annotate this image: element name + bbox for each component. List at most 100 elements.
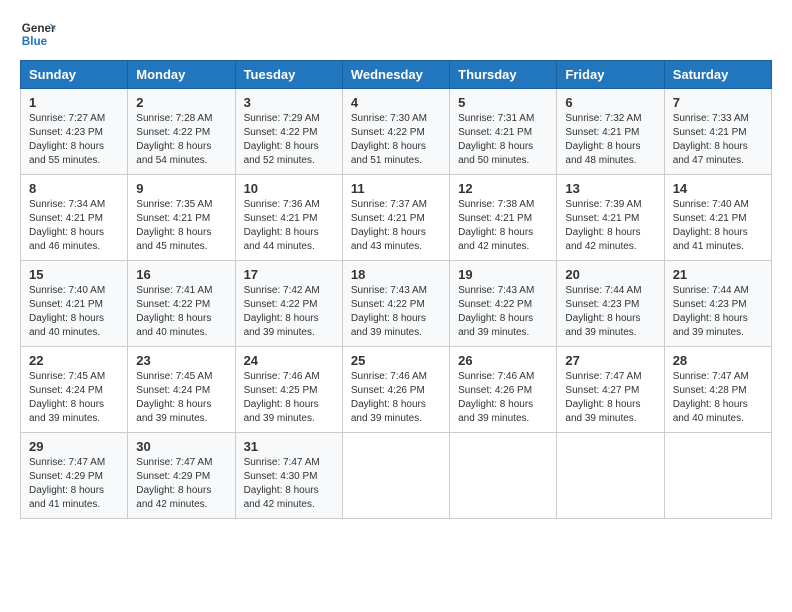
day-number: 13 (565, 181, 655, 196)
calendar-cell: 22 Sunrise: 7:45 AM Sunset: 4:24 PM Dayl… (21, 347, 128, 433)
day-number: 29 (29, 439, 119, 454)
calendar-cell: 4 Sunrise: 7:30 AM Sunset: 4:22 PM Dayli… (342, 89, 449, 175)
weekday-header-tuesday: Tuesday (235, 61, 342, 89)
calendar-cell (557, 433, 664, 519)
header: General Blue (20, 16, 772, 52)
day-info: Sunrise: 7:47 AM Sunset: 4:28 PM Dayligh… (673, 370, 763, 426)
calendar-table: SundayMondayTuesdayWednesdayThursdayFrid… (20, 60, 772, 519)
day-info: Sunrise: 7:29 AM Sunset: 4:22 PM Dayligh… (244, 112, 334, 168)
calendar-cell: 2 Sunrise: 7:28 AM Sunset: 4:22 PM Dayli… (128, 89, 235, 175)
calendar-cell: 14 Sunrise: 7:40 AM Sunset: 4:21 PM Dayl… (664, 175, 771, 261)
day-info: Sunrise: 7:47 AM Sunset: 4:29 PM Dayligh… (29, 456, 119, 512)
calendar-cell: 17 Sunrise: 7:42 AM Sunset: 4:22 PM Dayl… (235, 261, 342, 347)
calendar-cell: 11 Sunrise: 7:37 AM Sunset: 4:21 PM Dayl… (342, 175, 449, 261)
day-info: Sunrise: 7:31 AM Sunset: 4:21 PM Dayligh… (458, 112, 548, 168)
calendar-cell: 24 Sunrise: 7:46 AM Sunset: 4:25 PM Dayl… (235, 347, 342, 433)
day-info: Sunrise: 7:37 AM Sunset: 4:21 PM Dayligh… (351, 198, 441, 254)
calendar-cell: 15 Sunrise: 7:40 AM Sunset: 4:21 PM Dayl… (21, 261, 128, 347)
calendar-cell: 12 Sunrise: 7:38 AM Sunset: 4:21 PM Dayl… (450, 175, 557, 261)
day-info: Sunrise: 7:34 AM Sunset: 4:21 PM Dayligh… (29, 198, 119, 254)
day-number: 10 (244, 181, 334, 196)
calendar-cell: 19 Sunrise: 7:43 AM Sunset: 4:22 PM Dayl… (450, 261, 557, 347)
day-info: Sunrise: 7:32 AM Sunset: 4:21 PM Dayligh… (565, 112, 655, 168)
day-info: Sunrise: 7:33 AM Sunset: 4:21 PM Dayligh… (673, 112, 763, 168)
day-number: 25 (351, 353, 441, 368)
day-number: 5 (458, 95, 548, 110)
calendar-cell (664, 433, 771, 519)
day-info: Sunrise: 7:44 AM Sunset: 4:23 PM Dayligh… (673, 284, 763, 340)
weekday-header-row: SundayMondayTuesdayWednesdayThursdayFrid… (21, 61, 772, 89)
calendar-week-3: 15 Sunrise: 7:40 AM Sunset: 4:21 PM Dayl… (21, 261, 772, 347)
day-number: 14 (673, 181, 763, 196)
day-number: 4 (351, 95, 441, 110)
day-info: Sunrise: 7:42 AM Sunset: 4:22 PM Dayligh… (244, 284, 334, 340)
logo-icon: General Blue (20, 16, 56, 52)
day-number: 1 (29, 95, 119, 110)
day-info: Sunrise: 7:30 AM Sunset: 4:22 PM Dayligh… (351, 112, 441, 168)
day-number: 7 (673, 95, 763, 110)
day-info: Sunrise: 7:40 AM Sunset: 4:21 PM Dayligh… (673, 198, 763, 254)
day-number: 6 (565, 95, 655, 110)
day-info: Sunrise: 7:38 AM Sunset: 4:21 PM Dayligh… (458, 198, 548, 254)
calendar-week-1: 1 Sunrise: 7:27 AM Sunset: 4:23 PM Dayli… (21, 89, 772, 175)
calendar-cell: 1 Sunrise: 7:27 AM Sunset: 4:23 PM Dayli… (21, 89, 128, 175)
calendar-cell: 16 Sunrise: 7:41 AM Sunset: 4:22 PM Dayl… (128, 261, 235, 347)
day-info: Sunrise: 7:46 AM Sunset: 4:25 PM Dayligh… (244, 370, 334, 426)
day-number: 31 (244, 439, 334, 454)
day-info: Sunrise: 7:27 AM Sunset: 4:23 PM Dayligh… (29, 112, 119, 168)
day-number: 23 (136, 353, 226, 368)
calendar-cell: 13 Sunrise: 7:39 AM Sunset: 4:21 PM Dayl… (557, 175, 664, 261)
day-info: Sunrise: 7:43 AM Sunset: 4:22 PM Dayligh… (458, 284, 548, 340)
day-number: 3 (244, 95, 334, 110)
day-number: 8 (29, 181, 119, 196)
day-info: Sunrise: 7:47 AM Sunset: 4:30 PM Dayligh… (244, 456, 334, 512)
calendar-header: SundayMondayTuesdayWednesdayThursdayFrid… (21, 61, 772, 89)
calendar-week-2: 8 Sunrise: 7:34 AM Sunset: 4:21 PM Dayli… (21, 175, 772, 261)
calendar-cell: 27 Sunrise: 7:47 AM Sunset: 4:27 PM Dayl… (557, 347, 664, 433)
day-number: 16 (136, 267, 226, 282)
day-info: Sunrise: 7:46 AM Sunset: 4:26 PM Dayligh… (458, 370, 548, 426)
day-info: Sunrise: 7:39 AM Sunset: 4:21 PM Dayligh… (565, 198, 655, 254)
calendar-cell: 26 Sunrise: 7:46 AM Sunset: 4:26 PM Dayl… (450, 347, 557, 433)
day-number: 12 (458, 181, 548, 196)
day-number: 20 (565, 267, 655, 282)
day-info: Sunrise: 7:47 AM Sunset: 4:29 PM Dayligh… (136, 456, 226, 512)
day-info: Sunrise: 7:36 AM Sunset: 4:21 PM Dayligh… (244, 198, 334, 254)
day-number: 9 (136, 181, 226, 196)
day-info: Sunrise: 7:35 AM Sunset: 4:21 PM Dayligh… (136, 198, 226, 254)
calendar-cell: 8 Sunrise: 7:34 AM Sunset: 4:21 PM Dayli… (21, 175, 128, 261)
calendar-cell: 20 Sunrise: 7:44 AM Sunset: 4:23 PM Dayl… (557, 261, 664, 347)
weekday-header-saturday: Saturday (664, 61, 771, 89)
calendar-cell: 28 Sunrise: 7:47 AM Sunset: 4:28 PM Dayl… (664, 347, 771, 433)
calendar-cell: 10 Sunrise: 7:36 AM Sunset: 4:21 PM Dayl… (235, 175, 342, 261)
day-info: Sunrise: 7:44 AM Sunset: 4:23 PM Dayligh… (565, 284, 655, 340)
day-info: Sunrise: 7:43 AM Sunset: 4:22 PM Dayligh… (351, 284, 441, 340)
day-number: 18 (351, 267, 441, 282)
day-number: 27 (565, 353, 655, 368)
day-number: 21 (673, 267, 763, 282)
calendar-cell: 6 Sunrise: 7:32 AM Sunset: 4:21 PM Dayli… (557, 89, 664, 175)
day-number: 22 (29, 353, 119, 368)
calendar-cell: 23 Sunrise: 7:45 AM Sunset: 4:24 PM Dayl… (128, 347, 235, 433)
day-info: Sunrise: 7:45 AM Sunset: 4:24 PM Dayligh… (29, 370, 119, 426)
day-number: 11 (351, 181, 441, 196)
calendar-week-4: 22 Sunrise: 7:45 AM Sunset: 4:24 PM Dayl… (21, 347, 772, 433)
day-info: Sunrise: 7:45 AM Sunset: 4:24 PM Dayligh… (136, 370, 226, 426)
calendar-cell: 21 Sunrise: 7:44 AM Sunset: 4:23 PM Dayl… (664, 261, 771, 347)
calendar-cell: 3 Sunrise: 7:29 AM Sunset: 4:22 PM Dayli… (235, 89, 342, 175)
svg-text:General: General (22, 22, 56, 35)
calendar-cell: 25 Sunrise: 7:46 AM Sunset: 4:26 PM Dayl… (342, 347, 449, 433)
day-number: 19 (458, 267, 548, 282)
calendar-cell: 5 Sunrise: 7:31 AM Sunset: 4:21 PM Dayli… (450, 89, 557, 175)
calendar-body: 1 Sunrise: 7:27 AM Sunset: 4:23 PM Dayli… (21, 89, 772, 519)
calendar-cell: 7 Sunrise: 7:33 AM Sunset: 4:21 PM Dayli… (664, 89, 771, 175)
day-info: Sunrise: 7:47 AM Sunset: 4:27 PM Dayligh… (565, 370, 655, 426)
weekday-header-monday: Monday (128, 61, 235, 89)
svg-text:Blue: Blue (22, 35, 48, 48)
calendar-week-5: 29 Sunrise: 7:47 AM Sunset: 4:29 PM Dayl… (21, 433, 772, 519)
day-number: 28 (673, 353, 763, 368)
calendar-cell: 18 Sunrise: 7:43 AM Sunset: 4:22 PM Dayl… (342, 261, 449, 347)
calendar-cell (342, 433, 449, 519)
day-info: Sunrise: 7:41 AM Sunset: 4:22 PM Dayligh… (136, 284, 226, 340)
calendar-cell: 30 Sunrise: 7:47 AM Sunset: 4:29 PM Dayl… (128, 433, 235, 519)
